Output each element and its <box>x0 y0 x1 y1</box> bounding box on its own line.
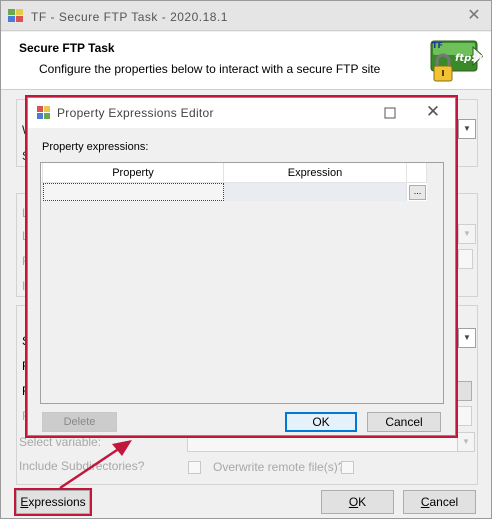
dialog-title: Property Expressions Editor <box>57 106 214 120</box>
close-icon[interactable]: ✕ <box>422 101 444 123</box>
task-description: Configure the properties below to intera… <box>39 62 381 76</box>
dialog-cancel-button[interactable]: Cancel <box>367 412 441 432</box>
column-header-property[interactable]: Property <box>43 163 224 183</box>
text-field-edge[interactable] <box>458 249 473 269</box>
expressions-highlight <box>14 488 92 516</box>
combo-dropdown[interactable]: ▼ <box>458 224 476 244</box>
main-titlebar[interactable]: TF - Secure FTP Task - 2020.18.1 ✕ <box>1 1 491 31</box>
table-row[interactable]: ... <box>41 183 427 201</box>
column-header-button <box>407 163 427 183</box>
expression-cell[interactable] <box>224 183 407 201</box>
task-header: Secure FTP Task Configure the properties… <box>1 32 491 90</box>
chevron-down-icon: ▼ <box>463 333 471 342</box>
logo-tf-badge: TF <box>432 41 443 50</box>
ellipsis-cell: ... <box>407 183 427 201</box>
ok-button-rest: K <box>358 495 367 509</box>
text-field-edge[interactable] <box>457 406 472 426</box>
expressions-grid[interactable]: Property Expression ... <box>40 162 444 404</box>
chevron-down-icon: ▼ <box>462 437 470 446</box>
browse-button-edge[interactable] <box>457 381 472 401</box>
cancel-button-rest: ancel <box>429 495 459 509</box>
combo-dropdown[interactable]: ▼ <box>458 119 476 139</box>
property-cell[interactable] <box>43 183 224 201</box>
cancel-button[interactable]: Cancel <box>403 490 476 514</box>
maximize-icon[interactable] <box>378 102 402 124</box>
ssis-task-icon <box>8 9 23 22</box>
delete-button[interactable]: Delete <box>42 412 117 432</box>
logo-ftp-text: ftp:// <box>455 53 483 64</box>
combo-dropdown[interactable]: ▼ <box>458 328 476 348</box>
expression-builder-button[interactable]: ... <box>409 185 426 200</box>
lock-ftp-logo: ftp:// TF <box>430 40 483 82</box>
include-subdirectories-checkbox[interactable] <box>188 461 201 474</box>
close-icon[interactable]: ✕ <box>459 5 489 27</box>
overwrite-label: Overwrite remote file(s)? <box>213 460 345 474</box>
chevron-down-icon: ▼ <box>463 229 471 238</box>
mnemonic: O <box>348 495 359 509</box>
column-header-expression[interactable]: Expression <box>224 163 407 183</box>
include-subdirectories-label: Include Subdirectories? <box>19 459 145 473</box>
combo-dropdown[interactable]: ▼ <box>457 432 475 452</box>
window-title: TF - Secure FTP Task - 2020.18.1 <box>31 10 228 24</box>
dialog-ok-button[interactable]: OK <box>285 412 357 432</box>
chevron-down-icon: ▼ <box>463 124 471 133</box>
ssis-task-icon <box>37 106 50 119</box>
property-expressions-editor-dialog: Property Expressions Editor ✕ Property e… <box>27 97 456 436</box>
overwrite-checkbox[interactable] <box>341 461 354 474</box>
dialog-titlebar[interactable]: Property Expressions Editor ✕ <box>28 98 455 128</box>
ok-button[interactable]: OK <box>321 490 394 514</box>
task-title: Secure FTP Task <box>19 41 115 55</box>
property-expressions-label: Property expressions: <box>42 141 149 153</box>
